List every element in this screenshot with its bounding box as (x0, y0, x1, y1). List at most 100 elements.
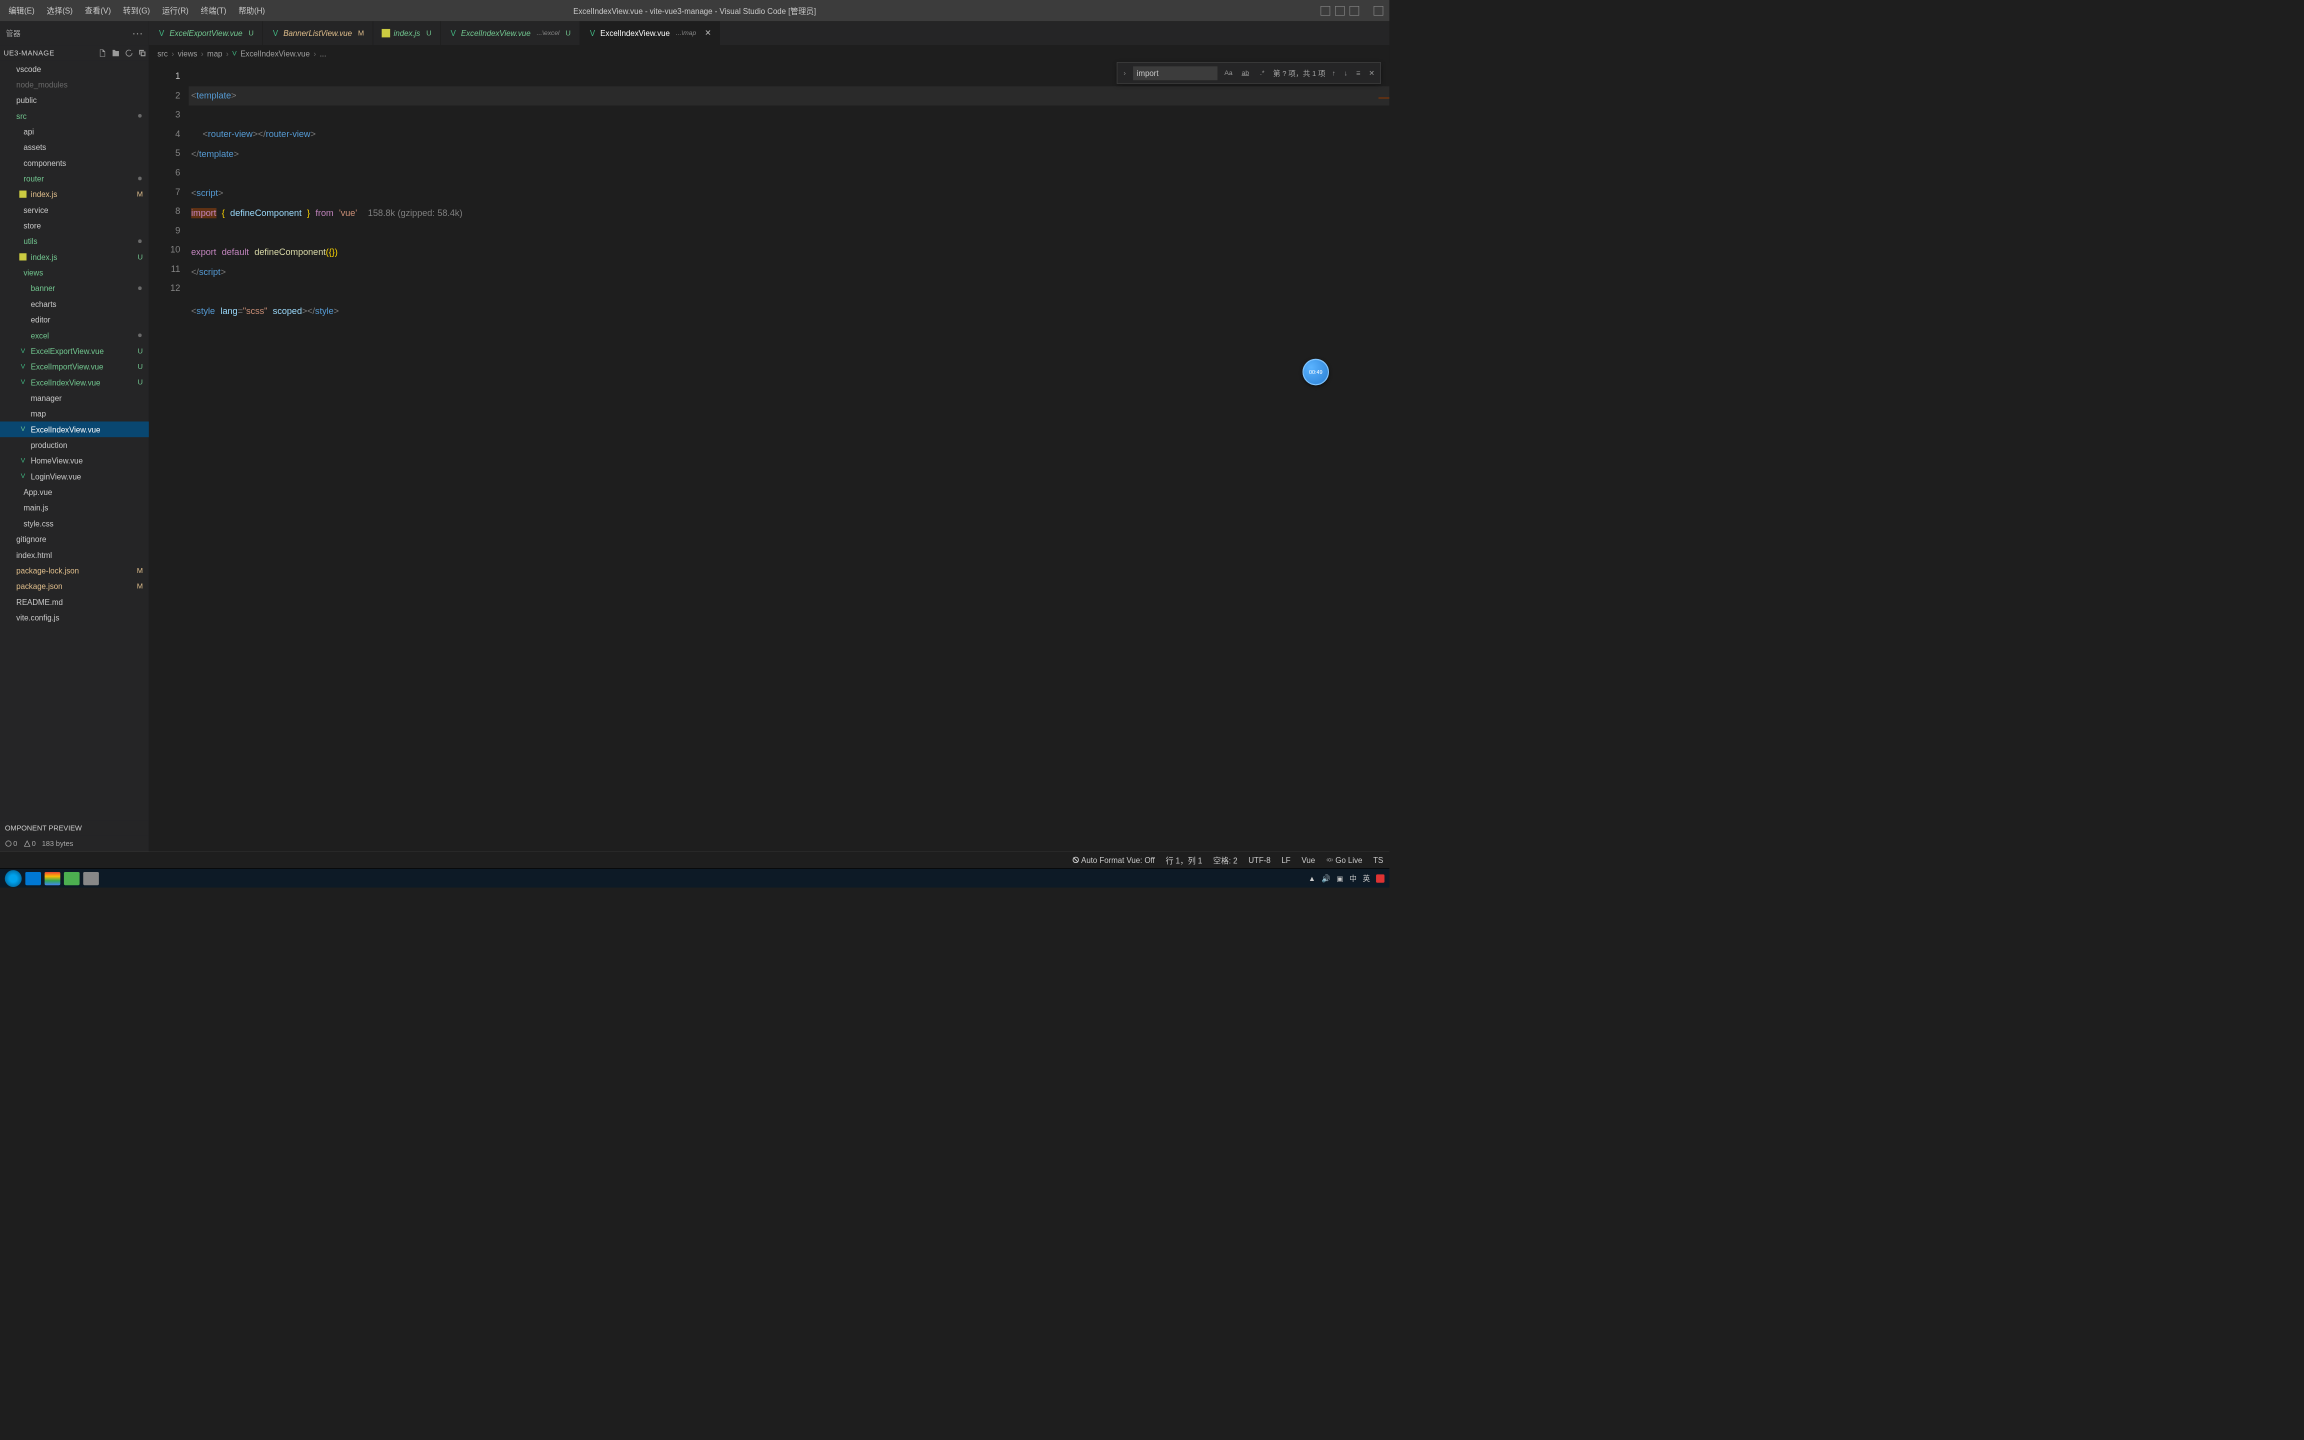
tree-item[interactable]: excel (0, 327, 149, 343)
tree-item[interactable]: manager (0, 390, 149, 406)
layout-customize-icon[interactable] (1374, 6, 1384, 16)
tray-volume-icon[interactable]: 🔊 (1322, 874, 1331, 882)
new-file-icon[interactable] (98, 49, 106, 57)
breadcrumb-item[interactable]: map (207, 49, 222, 58)
tree-item[interactable]: VExcelExportView.vueU (0, 343, 149, 359)
code-content[interactable]: <template> <router-view></router-view> <… (191, 62, 1389, 851)
minimap[interactable] (1378, 86, 1389, 134)
tree-item[interactable]: App.vue (0, 484, 149, 500)
status-encoding[interactable]: UTF-8 (1248, 856, 1270, 865)
tree-item[interactable]: api (0, 124, 149, 140)
find-close-icon[interactable]: ✕ (1367, 69, 1377, 77)
file-tree[interactable]: vscodenode_modulespublicsrcapiassetscomp… (0, 61, 149, 820)
status-cursor-pos[interactable]: 行 1，列 1 (1166, 854, 1203, 865)
tree-item[interactable]: VExcelImportView.vueU (0, 359, 149, 375)
tree-item[interactable]: index.jsM (0, 186, 149, 202)
tray-action-icon[interactable]: ▣ (1337, 874, 1344, 882)
editor-tab[interactable]: VExcelExportView.vueU (149, 21, 263, 45)
breadcrumb-item[interactable]: ExcelIndexView.vue (240, 49, 310, 58)
taskbar-app-4[interactable] (83, 872, 99, 885)
folder-icon (11, 503, 21, 513)
vue-file-icon: V (232, 50, 236, 57)
tree-item[interactable]: public (0, 92, 149, 108)
tree-item[interactable]: VExcelIndexView.vueU (0, 374, 149, 390)
tree-item[interactable]: banner (0, 280, 149, 296)
tree-item[interactable]: production (0, 437, 149, 453)
tree-item[interactable]: assets (0, 139, 149, 155)
tree-item[interactable]: store (0, 218, 149, 234)
menu-terminal[interactable]: 终端(T) (195, 0, 233, 21)
breadcrumb-item[interactable]: src (157, 49, 167, 58)
tree-item[interactable]: echarts (0, 296, 149, 312)
tree-item[interactable]: main.js (0, 500, 149, 516)
tree-item[interactable]: node_modules (0, 77, 149, 93)
find-next-icon[interactable]: ↓ (1342, 69, 1349, 77)
tree-item[interactable]: src (0, 108, 149, 124)
tree-item[interactable]: map (0, 406, 149, 422)
explorer-header[interactable]: UE3-MANAGE (0, 45, 149, 61)
tree-item[interactable]: VLoginView.vue (0, 469, 149, 485)
status-ts[interactable]: TS (1373, 856, 1383, 865)
tree-item[interactable]: VHomeView.vue (0, 453, 149, 469)
sidebar-more-icon[interactable]: ⋯ (132, 27, 143, 40)
tab-close-icon[interactable]: ✕ (705, 28, 712, 38)
editor-tab[interactable]: index.jsU (373, 21, 440, 45)
tree-item[interactable]: package-lock.jsonM (0, 563, 149, 579)
menu-go[interactable]: 转到(G) (117, 0, 156, 21)
layout-toggle-panel-icon[interactable] (1321, 6, 1331, 16)
tree-item[interactable]: utils (0, 233, 149, 249)
menu-help[interactable]: 帮助(H) (232, 0, 271, 21)
tree-item[interactable]: style.css (0, 516, 149, 532)
match-case-icon[interactable]: Aa (1222, 67, 1234, 79)
regex-icon[interactable]: .* (1256, 67, 1268, 79)
menu-run[interactable]: 运行(R) (156, 0, 195, 21)
menu-view[interactable]: 查看(V) (79, 0, 117, 21)
tree-item[interactable]: editor (0, 312, 149, 328)
tree-item[interactable]: index.html (0, 547, 149, 563)
start-button[interactable] (5, 870, 22, 887)
editor-tab[interactable]: VExcelIndexView.vue...\excelU (441, 21, 580, 45)
editor-tab[interactable]: VBannerListView.vueM (263, 21, 373, 45)
tree-item[interactable]: service (0, 202, 149, 218)
menu-edit[interactable]: 编辑(E) (2, 0, 40, 21)
status-eol[interactable]: LF (1281, 856, 1290, 865)
find-input[interactable] (1133, 66, 1217, 80)
find-prev-icon[interactable]: ↑ (1330, 69, 1337, 77)
tray-up-icon[interactable]: ▲ (1308, 874, 1315, 882)
folder-icon (18, 330, 28, 340)
status-spaces[interactable]: 空格: 2 (1213, 854, 1237, 865)
component-preview-header[interactable]: OMPONENT PREVIEW (0, 820, 149, 836)
taskbar-app-vscode[interactable] (25, 872, 41, 885)
taskbar-app-3[interactable] (64, 872, 80, 885)
layout-toggle-right-icon[interactable] (1350, 6, 1360, 16)
tree-item[interactable]: vite.config.js (0, 610, 149, 626)
tree-item[interactable]: router (0, 171, 149, 187)
tree-item[interactable]: VExcelIndexView.vue (0, 421, 149, 437)
tree-item[interactable]: views (0, 265, 149, 281)
tree-item[interactable]: components (0, 155, 149, 171)
tree-item[interactable]: package.jsonM (0, 578, 149, 594)
layout-toggle-sidebar-icon[interactable] (1335, 6, 1345, 16)
taskbar-app-chrome[interactable] (45, 872, 61, 885)
breadcrumb-item[interactable]: ... (320, 49, 327, 58)
tray-badge-icon[interactable] (1376, 874, 1384, 882)
status-language[interactable]: Vue (1301, 856, 1315, 865)
tree-item[interactable]: index.jsU (0, 249, 149, 265)
find-toggle-icon[interactable]: › (1121, 69, 1128, 77)
tray-ime-1[interactable]: 中 (1349, 873, 1356, 883)
editor-tab[interactable]: VExcelIndexView.vue...\map✕ (580, 21, 720, 45)
refresh-icon[interactable] (125, 49, 133, 57)
breadcrumbs[interactable]: src›views›map›V ExcelIndexView.vue›... (149, 45, 1389, 62)
collapse-all-icon[interactable] (138, 49, 146, 57)
status-autoformat[interactable]: Auto Format Vue: Off (1072, 856, 1155, 865)
whole-word-icon[interactable]: ab (1239, 67, 1251, 79)
tree-item[interactable]: README.md (0, 594, 149, 610)
tree-item[interactable]: vscode (0, 61, 149, 77)
tray-ime-2[interactable]: 英 (1363, 873, 1370, 883)
menu-select[interactable]: 选择(S) (41, 0, 79, 21)
breadcrumb-item[interactable]: views (178, 49, 198, 58)
tree-item[interactable]: gitignore (0, 531, 149, 547)
find-filter-icon[interactable]: ≡ (1354, 69, 1362, 77)
status-golive[interactable]: Go Live (1326, 856, 1362, 865)
new-folder-icon[interactable] (112, 49, 120, 57)
